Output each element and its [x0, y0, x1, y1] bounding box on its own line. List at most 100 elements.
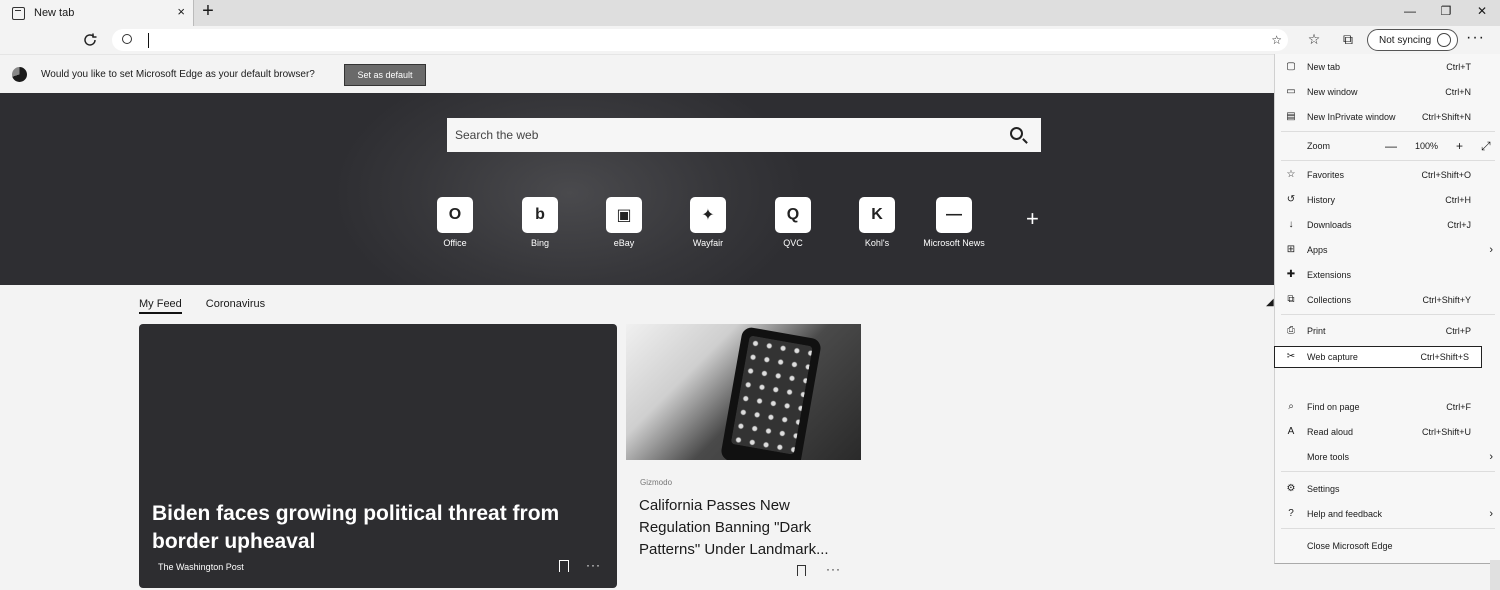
menu-item-print[interactable]: ⎙ Print Ctrl+P	[1275, 320, 1500, 342]
search-icon	[122, 34, 132, 44]
edge-logo-icon	[12, 67, 27, 82]
zoom-controls: — 100% + ⤢	[1385, 139, 1491, 154]
menu-item-help-feedback[interactable]: ? Help and feedback ›	[1275, 503, 1500, 525]
menu-item-label: History	[1307, 195, 1336, 205]
menu-item-shortcut: Ctrl+Shift+Y	[1422, 295, 1471, 305]
menu-item-label: Zoom	[1307, 141, 1331, 151]
add-quick-link-button[interactable]: +	[1026, 206, 1039, 232]
menu-item-more-tools[interactable]: More tools ›	[1275, 446, 1500, 468]
menu-item-new-tab[interactable]: ▢ New tab Ctrl+T	[1275, 56, 1500, 78]
refresh-icon	[84, 33, 97, 46]
menu-divider	[1281, 131, 1495, 132]
feed-tabs: My Feed Coronavirus	[139, 298, 265, 314]
web-capture-icon: ✂	[1286, 351, 1296, 362]
address-bar[interactable]: ☆	[112, 29, 1288, 51]
ebay-icon: ▣	[606, 197, 642, 233]
bing-icon: b	[522, 197, 558, 233]
quick-link-office[interactable]: O Office	[420, 197, 490, 248]
find-icon: ⌕	[1288, 401, 1294, 412]
menu-divider	[1281, 160, 1495, 161]
card-headline[interactable]: Biden faces growing political threat fro…	[152, 500, 592, 556]
infobar-message: Would you like to set Microsoft Edge as …	[41, 69, 315, 80]
tab-coronavirus[interactable]: Coronavirus	[206, 298, 265, 314]
menu-divider	[1281, 528, 1495, 529]
menu-item-shortcut: Ctrl+F	[1446, 402, 1471, 412]
bookmark-icon[interactable]	[797, 565, 806, 576]
tab-new-tab[interactable]: New tab ×	[0, 0, 194, 26]
scrollbar[interactable]	[1490, 560, 1500, 590]
menu-item-shortcut: Ctrl+H	[1445, 195, 1471, 205]
news-card-main[interactable]: Biden faces growing political threat fro…	[139, 324, 617, 588]
menu-item-extensions[interactable]: ✚ Extensions	[1275, 264, 1500, 286]
newtab-page-icon	[12, 6, 25, 20]
chevron-right-icon: ›	[1489, 451, 1493, 463]
quick-link-kohls[interactable]: K Kohl's	[842, 197, 912, 248]
quick-link-qvc[interactable]: Q QVC	[758, 197, 828, 248]
card-headline[interactable]: California Passes New Regulation Banning…	[639, 495, 854, 561]
profile-button[interactable]: Not syncing	[1367, 29, 1458, 51]
bookmark-icon[interactable]	[559, 560, 569, 572]
qvc-icon: Q	[775, 197, 811, 233]
menu-item-shortcut: Ctrl+J	[1447, 220, 1471, 230]
fullscreen-icon[interactable]: ⤢	[1481, 139, 1491, 154]
menu-item-label: New tab	[1307, 62, 1341, 72]
quick-link-ebay[interactable]: ▣ eBay	[589, 197, 659, 248]
print-icon: ⎙	[1287, 325, 1295, 336]
quick-link-label: Microsoft News	[923, 238, 985, 248]
menu-item-history[interactable]: ↺ History Ctrl+H	[1275, 189, 1500, 211]
menu-item-shortcut: Ctrl+Shift+S	[1420, 352, 1469, 362]
card-more-button[interactable]: ···	[586, 558, 601, 572]
menu-item-label: Favorites	[1307, 170, 1345, 180]
menu-item-shortcut: Ctrl+P	[1445, 326, 1471, 336]
quick-link-wayfair[interactable]: ✦ Wayfair	[673, 197, 743, 248]
set-as-default-button[interactable]: Set as default	[344, 64, 426, 86]
menu-item-new-window[interactable]: ▭ New window Ctrl+N	[1275, 81, 1500, 103]
menu-item-favorites[interactable]: ☆ Favorites Ctrl+Shift+O	[1275, 164, 1500, 186]
history-icon: ↺	[1286, 194, 1296, 205]
zoom-out-button[interactable]: —	[1385, 139, 1397, 153]
apps-icon: ⊞	[1286, 244, 1296, 255]
minimize-button[interactable]: —	[1400, 4, 1420, 18]
quick-link-microsoft-news[interactable]: — Microsoft News	[919, 197, 989, 248]
menu-item-new-inprivate-window[interactable]: ▤ New InPrivate window Ctrl+Shift+N	[1275, 106, 1500, 128]
card-more-button[interactable]: ···	[826, 562, 841, 576]
quick-link-bing[interactable]: b Bing	[505, 197, 575, 248]
settings-more-button[interactable]: ···	[1466, 29, 1485, 47]
favorites-icon[interactable]: ☆	[1304, 31, 1324, 48]
menu-item-find-on-page[interactable]: ⌕ Find on page Ctrl+F	[1275, 396, 1500, 418]
search-icon[interactable]	[1010, 127, 1023, 140]
add-favorite-icon[interactable]: ☆	[1271, 33, 1282, 47]
menu-item-apps[interactable]: ⊞ Apps ›	[1275, 239, 1500, 261]
read-aloud-icon: A	[1287, 426, 1295, 437]
menu-item-downloads[interactable]: ↓ Downloads Ctrl+J	[1275, 214, 1500, 236]
menu-item-collections[interactable]: ⧉ Collections Ctrl+Shift+Y	[1275, 289, 1500, 311]
hero-background: O Office b Bing ▣ eBay ✦ Wayfair Q QVC K…	[0, 93, 1274, 285]
avatar	[1437, 33, 1451, 47]
menu-item-settings[interactable]: ⚙ Settings	[1275, 478, 1500, 500]
menu-item-read-aloud[interactable]: A Read aloud Ctrl+Shift+U	[1275, 421, 1500, 443]
menu-item-label: Help and feedback	[1307, 509, 1383, 519]
new-tab-icon: ▢	[1286, 61, 1296, 72]
wayfair-icon: ✦	[690, 197, 726, 233]
favorites-icon: ☆	[1286, 169, 1296, 180]
quick-link-label: Kohl's	[864, 238, 890, 248]
refresh-button[interactable]	[80, 30, 100, 50]
collections-icon[interactable]: ⧉	[1338, 31, 1358, 48]
new-tab-button[interactable]: +	[198, 1, 218, 22]
close-window-button[interactable]: ✕	[1472, 4, 1492, 18]
menu-item-label: Downloads	[1307, 220, 1352, 230]
quick-link-label: Bing	[530, 238, 549, 248]
menu-item-web-capture[interactable]: ✂ Web capture Ctrl+Shift+S	[1274, 346, 1482, 368]
quick-link-label: QVC	[783, 238, 803, 248]
web-search-box[interactable]	[447, 118, 1041, 152]
web-search-input[interactable]	[455, 128, 975, 142]
maximize-button[interactable]: ❐	[1436, 4, 1456, 18]
download-icon: ↓	[1288, 219, 1294, 230]
menu-item-close-edge[interactable]: Close Microsoft Edge	[1275, 535, 1500, 557]
news-card-side[interactable]: Gizmodo California Passes New Regulation…	[626, 324, 861, 588]
tab-my-feed[interactable]: My Feed	[139, 298, 182, 314]
menu-item-label: New InPrivate window	[1307, 112, 1396, 122]
close-tab-icon[interactable]: ×	[177, 5, 185, 19]
zoom-in-button[interactable]: +	[1456, 139, 1463, 153]
text-caret	[148, 33, 149, 48]
